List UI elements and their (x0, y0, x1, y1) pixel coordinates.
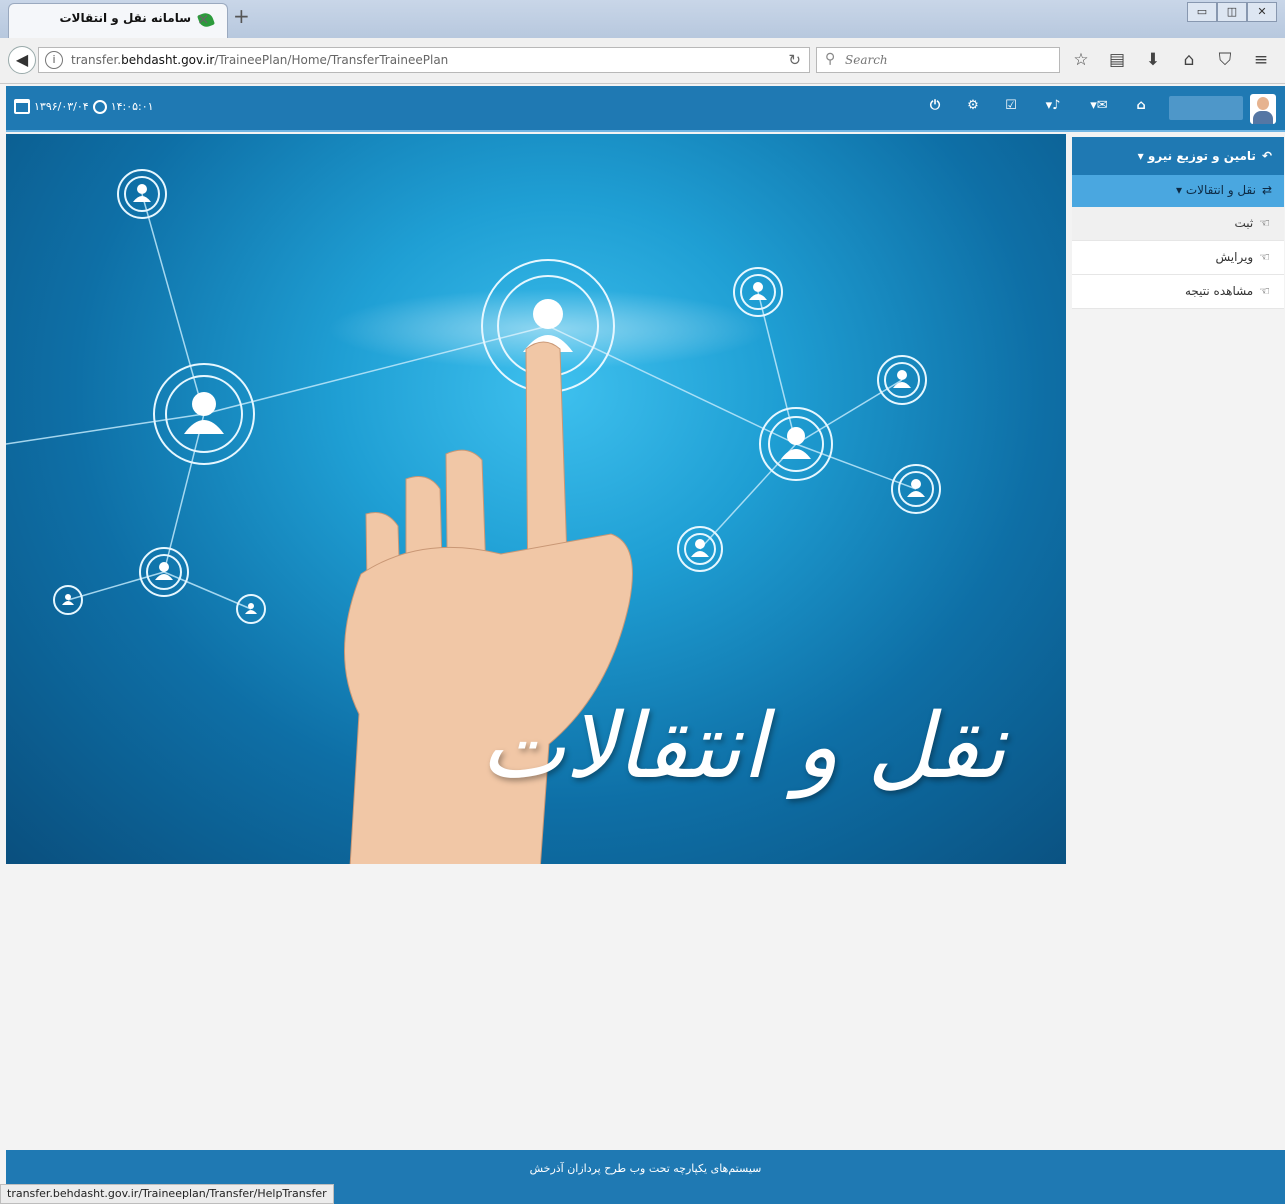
tab-title: سامانه نقل و انتقالات (59, 11, 191, 25)
settings-gear-icon[interactable]: ⚙ (964, 98, 982, 113)
notifications-bell-icon[interactable]: ▾♪ (1040, 98, 1066, 113)
current-date: ۱۳۹۶/۰۳/۰۴ (34, 100, 89, 113)
browser-tabstrip: سامانه نقل و انتقالات × + ▭ ◫ ✕ (0, 0, 1285, 38)
reload-icon[interactable]: ↻ (788, 51, 801, 69)
current-time: ۱۴:۰۵:۰۱ (110, 100, 154, 113)
sidebar-group-transfers[interactable]: ⇄نقل و انتقالات ▾ (1072, 175, 1284, 207)
browser-navbar: ◀ i transfer.behdasht.gov.ir/TraineePlan… (0, 38, 1285, 84)
search-input[interactable] (843, 52, 1043, 68)
url-text[interactable]: transfer.behdasht.gov.ir/TraineePlan/Hom… (71, 53, 448, 67)
sidebar-item-edit[interactable]: ☜ویرایش (1072, 241, 1284, 275)
avatar[interactable] (1250, 94, 1276, 124)
sidebar-menu: ↶تامین و توزیع نیرو ▾ ⇄نقل و انتقالات ▾ … (1072, 137, 1284, 309)
sidebar-item-register[interactable]: ☜ثبت (1072, 207, 1284, 241)
bookmark-star-icon[interactable]: ☆ (1070, 48, 1092, 72)
power-icon[interactable]: ⏻ (926, 98, 944, 113)
username-box[interactable] (1169, 96, 1243, 120)
pocket-icon[interactable]: ⛉ (1214, 48, 1236, 72)
search-icon: ⚲ (825, 51, 836, 67)
hero-banner: نقل و انتقالات (6, 134, 1066, 864)
close-window-button[interactable]: ✕ (1247, 2, 1277, 22)
footer-credit: سیستم‌های یکپارچه تحت وب طرح پردازان آذر… (529, 1162, 762, 1175)
retweet-icon: ⇄ (1261, 183, 1272, 197)
hand-pointer-icon: ☜ (1259, 250, 1270, 264)
address-bar[interactable]: i transfer.behdasht.gov.ir/TraineePlan/H… (38, 47, 810, 73)
close-tab-icon[interactable]: × (197, 10, 210, 28)
app-header: ۱۳۹۶/۰۳/۰۴ ۱۴:۰۵:۰۱ ⏻ ⚙ ☑ ▾♪ ▾✉ ⌂ (6, 86, 1285, 132)
info-icon[interactable]: i (45, 51, 63, 69)
home-icon[interactable]: ⌂ (1132, 98, 1150, 113)
new-tab-button[interactable]: + (233, 4, 250, 28)
calendar-icon (14, 99, 30, 114)
browser-status-url: transfer.behdasht.gov.ir/Traineeplan/Tra… (0, 1184, 334, 1204)
hand-pointer-icon: ☜ (1259, 284, 1270, 298)
download-icon[interactable]: ⬇ (1142, 48, 1164, 72)
menu-icon[interactable]: ≡ (1250, 48, 1272, 72)
hero-caption: نقل و انتقالات (480, 694, 1006, 799)
reading-list-icon[interactable]: ▤ (1106, 48, 1128, 72)
back-arrow-icon[interactable]: ◀ (8, 46, 36, 74)
browser-toolbar: ☆ ▤ ⬇ ⌂ ⛉ ≡ (1070, 48, 1272, 72)
home-icon[interactable]: ⌂ (1178, 48, 1200, 72)
datetime-display: ۱۳۹۶/۰۳/۰۴ ۱۴:۰۵:۰۱ (14, 99, 154, 114)
tasks-check-icon[interactable]: ☑ (1002, 98, 1020, 113)
clock-icon (92, 99, 107, 114)
hand-pointer-icon: ☜ (1259, 216, 1270, 230)
search-box[interactable]: ⚲ (816, 47, 1060, 73)
reply-arrow-icon: ↶ (1261, 149, 1272, 163)
messages-envelope-icon[interactable]: ▾✉ (1086, 98, 1112, 113)
sidebar-section-header[interactable]: ↶تامین و توزیع نیرو ▾ (1072, 137, 1284, 175)
browser-tab[interactable]: سامانه نقل و انتقالات × (8, 3, 228, 38)
sidebar-item-view-result[interactable]: ☜مشاهده نتیجه (1072, 275, 1284, 309)
window-controls: ▭ ◫ ✕ (1187, 2, 1277, 22)
maximize-button[interactable]: ◫ (1217, 2, 1247, 22)
header-actions: ⏻ ⚙ ☑ ▾♪ ▾✉ ⌂ (926, 98, 1150, 113)
minimize-button[interactable]: ▭ (1187, 2, 1217, 22)
